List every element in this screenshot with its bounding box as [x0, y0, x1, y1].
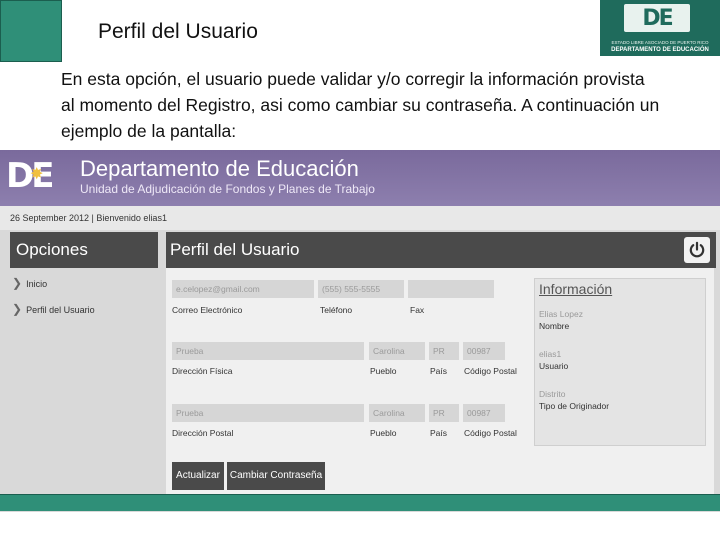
fax-label: Fax: [410, 305, 425, 315]
origin-label: Tipo de Originador: [539, 401, 610, 411]
postal-zip-label: Código Postal: [464, 428, 517, 438]
fax-input[interactable]: [408, 280, 494, 298]
postal-address-input[interactable]: Prueba: [172, 404, 364, 422]
physical-town-input[interactable]: Carolina: [369, 342, 425, 360]
slide-accent-square: [0, 0, 62, 62]
name-label: Nombre: [539, 321, 570, 331]
chevron-right-icon: ❯: [12, 276, 23, 290]
logo-line1: ESTADO LIBRE ASOCIADO DE PUERTO RICO: [611, 40, 709, 45]
sidebar-title: Opciones: [10, 232, 158, 268]
postal-zip-input[interactable]: 00987: [463, 404, 505, 422]
info-panel: Información Elias Lopez Nombre elias1 Us…: [534, 278, 706, 446]
slide-title: Perfil del Usuario: [98, 20, 258, 43]
physical-address-label: Dirección Física: [172, 366, 233, 376]
physical-zip-label: Código Postal: [464, 366, 517, 376]
name-value: Elias Lopez: [539, 309, 583, 319]
logo-line2: DEPARTAMENTO DE EDUCACIÓN: [611, 47, 709, 53]
bottom-bar: [0, 494, 720, 511]
de-logo: DE ESTADO LIBRE ASOCIADO DE PUERTO RICO …: [600, 0, 720, 56]
update-button[interactable]: Actualizar: [172, 462, 224, 490]
power-icon: [689, 241, 705, 258]
physical-zip-input[interactable]: 00987: [463, 342, 505, 360]
slide-body-text: En esta opción, el usuario puede validar…: [61, 69, 660, 141]
app-brand: Departamento de Educación: [80, 156, 359, 181]
physical-country-label: País: [430, 366, 448, 376]
postal-town-label: Pueblo: [370, 428, 397, 438]
change-password-button[interactable]: Cambiar Contraseña: [227, 462, 325, 490]
sidebar-item-inicio[interactable]: ❯ Inicio: [12, 276, 47, 290]
star-icon: ✸: [30, 166, 44, 183]
app-header: DE ✸ Departamento de Educación Unidad de…: [0, 150, 720, 206]
sidebar-item-perfil[interactable]: ❯ Perfil del Usuario: [12, 302, 95, 316]
app-screenshot: DE ✸ Departamento de Educación Unidad de…: [0, 150, 720, 512]
profile-header: Perfil del Usuario: [166, 232, 716, 268]
info-title: Información: [539, 281, 613, 297]
email-input[interactable]: e.celopez@gmail.com: [172, 280, 314, 298]
physical-country-input[interactable]: PR: [429, 342, 459, 360]
chevron-right-icon: ❯: [12, 302, 23, 316]
phone-label: Teléfono: [320, 305, 353, 315]
app-meta-bar: 26 September 2012 | Bienvenido elias1: [0, 206, 720, 230]
sidebar-item-label: Inicio: [26, 279, 48, 289]
physical-town-label: Pueblo: [370, 366, 397, 376]
user-label: Usuario: [539, 361, 569, 371]
postal-country-input[interactable]: PR: [429, 404, 459, 422]
origin-value: Distrito: [539, 389, 566, 399]
sidebar-item-label: Perfil del Usuario: [26, 305, 95, 315]
app-unit: Unidad de Adjudicación de Fondos y Plane…: [80, 182, 375, 196]
logo-mark: DE: [624, 4, 690, 32]
date-welcome: 26 September 2012 | Bienvenido elias1: [10, 213, 167, 223]
user-value: elias1: [539, 349, 562, 359]
postal-country-label: País: [430, 428, 448, 438]
physical-address-input[interactable]: Prueba: [172, 342, 364, 360]
email-label: Correo Electrónico: [172, 305, 243, 315]
postal-address-label: Dirección Postal: [172, 428, 234, 438]
postal-town-input[interactable]: Carolina: [369, 404, 425, 422]
phone-input[interactable]: (555) 555-5555: [318, 280, 404, 298]
profile-title: Perfil del Usuario: [170, 240, 300, 259]
power-button[interactable]: [684, 237, 710, 263]
